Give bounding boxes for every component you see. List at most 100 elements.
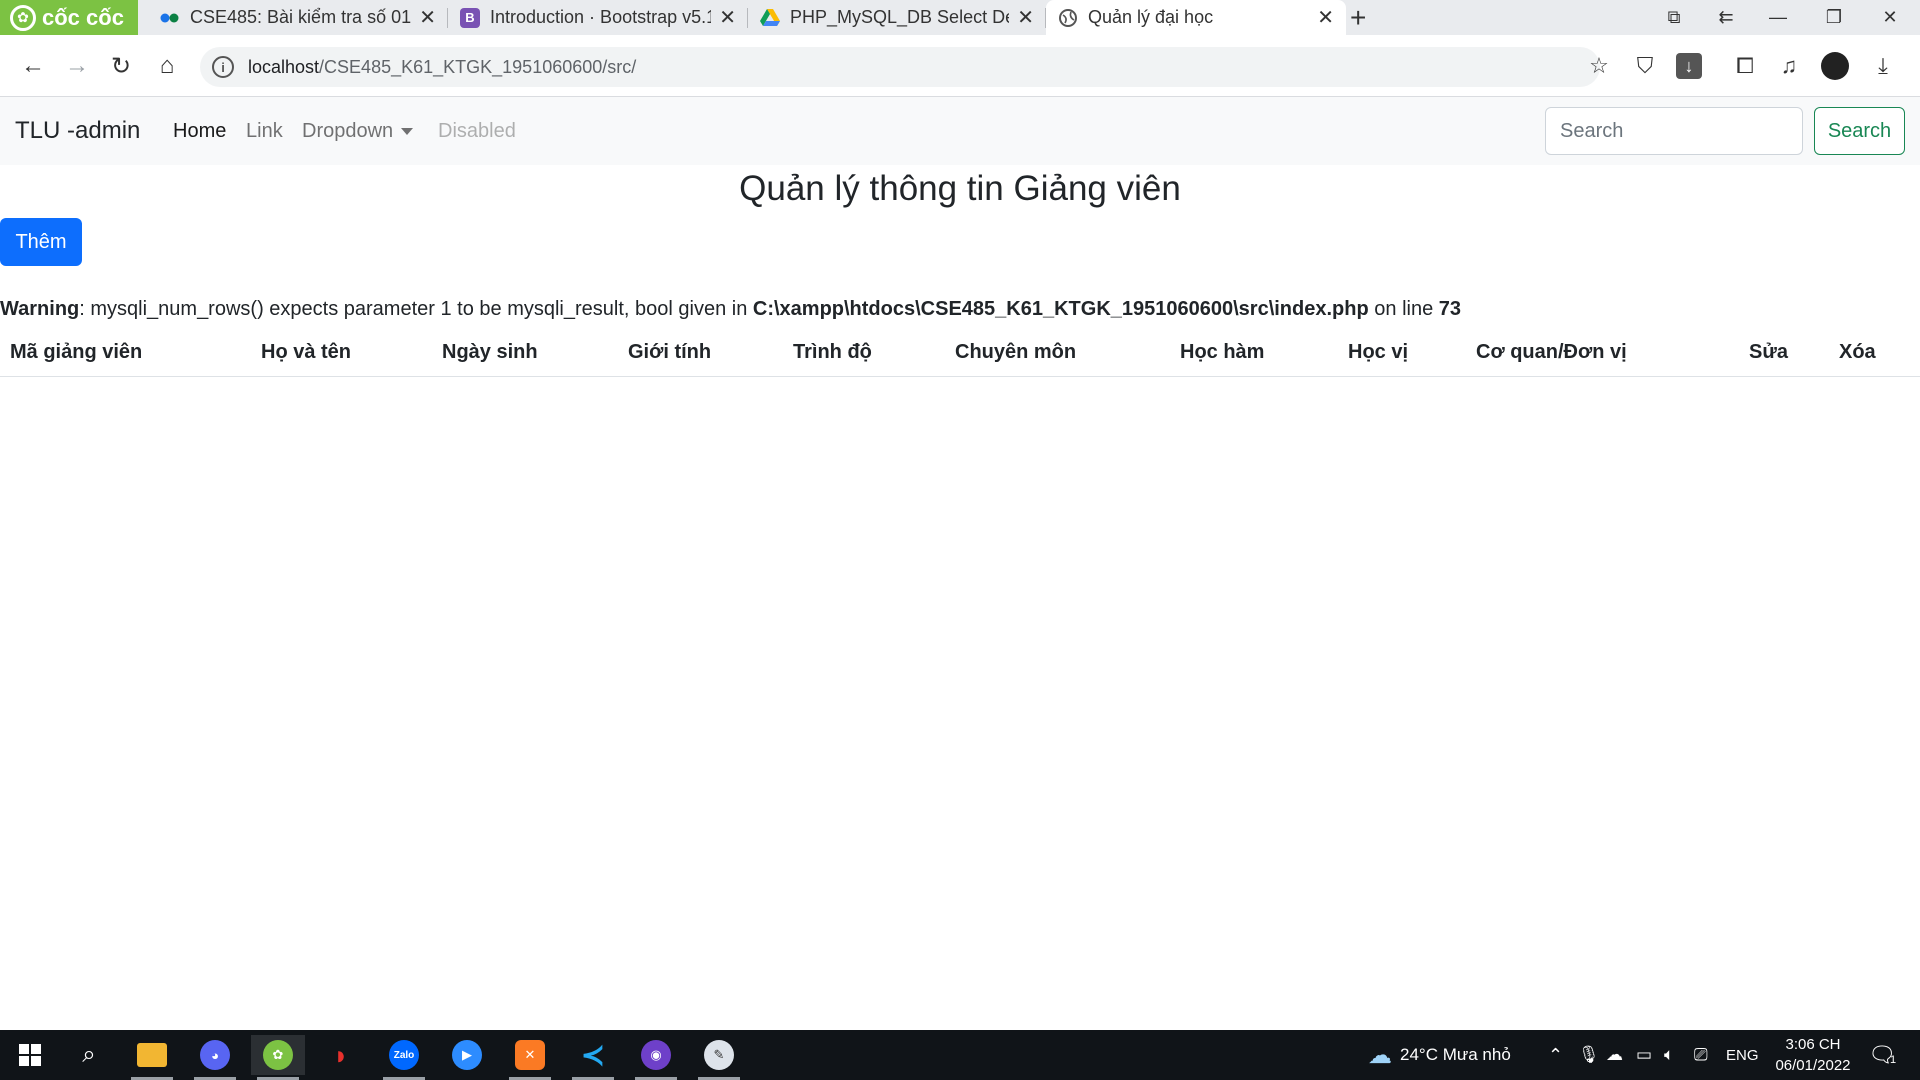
browser-tab-bar: ✿ cốc cốc CSE485: Bài kiểm tra số 01 (Đ … bbox=[0, 0, 1920, 35]
lecturer-table: Mã giảng viên Họ và tên Ngày sinh Giới t… bbox=[0, 334, 1920, 377]
tab-label: Introduction · Bootstrap v5.1 bbox=[490, 7, 712, 27]
col-header-ho-va-ten: Họ và tên bbox=[251, 334, 432, 377]
navbar-brand[interactable]: TLU -admin bbox=[15, 117, 140, 145]
onedrive-cloud-icon[interactable]: ☁ bbox=[1606, 1030, 1623, 1080]
nav-dropdown[interactable]: Dropdown bbox=[302, 119, 414, 143]
page-title: Quản lý thông tin Giảng viên bbox=[739, 169, 1181, 208]
add-lecturer-button[interactable]: Thêm bbox=[0, 218, 82, 266]
tab-label: PHP_MySQL_DB Select Delet bbox=[790, 7, 1009, 27]
close-tab-icon[interactable]: ✕ bbox=[1017, 5, 1034, 30]
battery-icon[interactable]: ▭ bbox=[1636, 1030, 1652, 1080]
shield-icon[interactable]: ⛉ bbox=[1628, 49, 1662, 83]
minimize-icon[interactable]: — bbox=[1750, 0, 1806, 35]
weather-text: 24°C Mưa nhỏ bbox=[1400, 1045, 1511, 1064]
address-bar[interactable]: i localhost/CSE485_K61_KTGK_1951060600/s… bbox=[200, 47, 1600, 87]
tray-overflow-chevron-icon[interactable]: ⌃ bbox=[1548, 1030, 1563, 1080]
zoom-icon[interactable]: ▶ bbox=[440, 1035, 494, 1075]
tab-classroom[interactable]: CSE485: Bài kiểm tra số 01 (Đ ✕ bbox=[148, 0, 448, 35]
weather-widget[interactable]: ☁ 24°C Mưa nhỏ bbox=[1368, 1030, 1511, 1080]
volume-icon[interactable]: 🔈︎ bbox=[1664, 1030, 1674, 1080]
bootstrap-icon: B bbox=[460, 7, 480, 28]
url-host: localhost bbox=[248, 56, 320, 77]
tab-label: Quản lý đại học bbox=[1088, 7, 1214, 27]
taskbar-clock[interactable]: 3:06 CH 06/01/2022 bbox=[1765, 1034, 1861, 1076]
reload-icon[interactable]: ↻ bbox=[104, 49, 138, 83]
search-icon[interactable]: ⌕ bbox=[62, 1035, 116, 1075]
nav-disabled: Disabled bbox=[438, 119, 516, 142]
coccoc-logo-icon: ✿ bbox=[10, 4, 36, 31]
bookmark-star-icon[interactable]: ☆ bbox=[1582, 49, 1616, 83]
network-icon[interactable]: ⎚ bbox=[1694, 1030, 1708, 1080]
forward-arrow-icon[interactable]: → bbox=[60, 49, 94, 83]
file-explorer-icon[interactable] bbox=[125, 1035, 179, 1080]
xampp-icon[interactable]: ✕ bbox=[503, 1035, 557, 1080]
paint-icon[interactable]: ✎ bbox=[692, 1035, 746, 1080]
discord-icon[interactable]: ◕ bbox=[188, 1035, 242, 1080]
cloud-rain-icon: ☁ bbox=[1368, 1041, 1392, 1069]
tab-label: CSE485: Bài kiểm tra số 01 (Đ bbox=[190, 7, 412, 27]
browser-brand-label: cốc cốc bbox=[42, 4, 124, 30]
clock-date: 06/01/2022 bbox=[1775, 1057, 1851, 1074]
col-header-chuyen-mon: Chuyên môn bbox=[945, 334, 1170, 377]
github-desktop-icon[interactable]: ◉ bbox=[629, 1035, 683, 1080]
coccoc-browser-icon[interactable]: ✿ bbox=[251, 1035, 305, 1080]
close-tab-icon[interactable]: ✕ bbox=[419, 5, 436, 30]
music-playlist-icon[interactable]: ♫ bbox=[1772, 49, 1806, 83]
nav-home[interactable]: Home bbox=[173, 120, 226, 143]
screenshot-icon[interactable]: ⧉ bbox=[1646, 0, 1702, 35]
close-tab-icon[interactable]: ✕ bbox=[1317, 5, 1334, 30]
url-path: /CSE485_K61_KTGK_1951060600/src/ bbox=[319, 56, 637, 77]
col-header-gioi-tinh: Giới tính bbox=[618, 334, 783, 377]
microphone-icon[interactable]: 🎙︎ bbox=[1578, 1030, 1600, 1080]
windows-taskbar: ⌕ ◕ ✿ ◗ Zalo ▶ ✕ ≺ ◉ ✎ ☁ 24°C Mưa nhỏ ⌃ … bbox=[0, 1030, 1920, 1080]
profile-avatar-icon[interactable] bbox=[1818, 49, 1852, 83]
home-icon[interactable]: ⌂ bbox=[150, 49, 184, 83]
zalo-icon[interactable]: Zalo bbox=[377, 1035, 431, 1080]
windows-start-icon[interactable] bbox=[3, 1035, 57, 1075]
language-indicator[interactable]: ENG bbox=[1726, 1030, 1759, 1080]
garena-icon[interactable]: ◗ bbox=[314, 1035, 368, 1075]
back-arrow-icon[interactable]: ← bbox=[16, 49, 50, 83]
google-drive-icon bbox=[760, 8, 780, 28]
tab-google-drive[interactable]: PHP_MySQL_DB Select Delet ✕ bbox=[748, 0, 1046, 35]
new-tab-icon[interactable]: + bbox=[1350, 2, 1366, 34]
php-warning-message: Warning: mysqli_num_rows() expects param… bbox=[0, 298, 1461, 321]
tab-bootstrap[interactable]: B Introduction · Bootstrap v5.1 ✕ bbox=[448, 0, 748, 35]
close-window-icon[interactable]: ✕ bbox=[1862, 0, 1918, 35]
nav-dropdown-label: Dropdown bbox=[302, 119, 394, 142]
caret-down-icon bbox=[401, 127, 414, 135]
globe-icon bbox=[1058, 8, 1078, 28]
extensions-puzzle-icon[interactable]: ⧠ bbox=[1728, 49, 1762, 83]
col-header-co-quan-don-vi: Cơ quan/Đơn vị bbox=[1466, 334, 1739, 377]
tab-quan-ly-dai-hoc[interactable]: Quản lý đại học ✕ bbox=[1046, 0, 1346, 35]
browser-toolbar: ← → ↻ ⌂ i localhost/CSE485_K61_KTGK_1951… bbox=[0, 35, 1920, 97]
downloads-icon[interactable]: ⤓ bbox=[1866, 49, 1900, 83]
notification-center-icon[interactable]: 🗨︎ 1 bbox=[1868, 1030, 1896, 1080]
nav-link[interactable]: Link bbox=[246, 120, 283, 143]
col-header-xoa: Xóa bbox=[1829, 334, 1920, 377]
close-tab-icon[interactable]: ✕ bbox=[719, 5, 736, 30]
search-input[interactable] bbox=[1545, 107, 1803, 155]
notification-count: 1 bbox=[1889, 1054, 1897, 1066]
restore-icon[interactable]: ❐ bbox=[1806, 0, 1862, 35]
col-header-hoc-vi: Học vị bbox=[1338, 334, 1466, 377]
clock-time: 3:06 CH bbox=[1785, 1036, 1841, 1053]
site-info-icon[interactable]: i bbox=[212, 56, 234, 78]
col-header-trinh-do: Trình độ bbox=[783, 334, 945, 377]
warning-line-number: 73 bbox=[1438, 298, 1462, 320]
table-header-row: Mã giảng viên Họ và tên Ngày sinh Giới t… bbox=[0, 334, 1920, 377]
sidebar-toggle-icon[interactable]: ⇇ bbox=[1698, 0, 1754, 35]
col-header-hoc-ham: Học hàm bbox=[1170, 334, 1338, 377]
vscode-icon[interactable]: ≺ bbox=[566, 1035, 620, 1080]
warning-text: : mysqli_num_rows() expects parameter 1 … bbox=[79, 298, 753, 320]
col-header-ngay-sinh: Ngày sinh bbox=[432, 334, 618, 377]
warning-on-line: on line bbox=[1368, 298, 1439, 320]
site-navbar: TLU -admin Home Link Dropdown Disabled S… bbox=[0, 97, 1920, 165]
warning-file-path: C:\xampp\htdocs\CSE485_K61_KTGK_19510606… bbox=[752, 298, 1369, 320]
col-header-ma-giang-vien: Mã giảng viên bbox=[0, 334, 251, 377]
download-video-icon[interactable]: ↓ bbox=[1672, 49, 1706, 83]
warning-label: Warning bbox=[0, 298, 80, 320]
coccoc-menu-button[interactable]: ✿ cốc cốc bbox=[0, 0, 138, 35]
col-header-sua: Sửa bbox=[1739, 334, 1829, 377]
search-button[interactable]: Search bbox=[1814, 107, 1905, 155]
